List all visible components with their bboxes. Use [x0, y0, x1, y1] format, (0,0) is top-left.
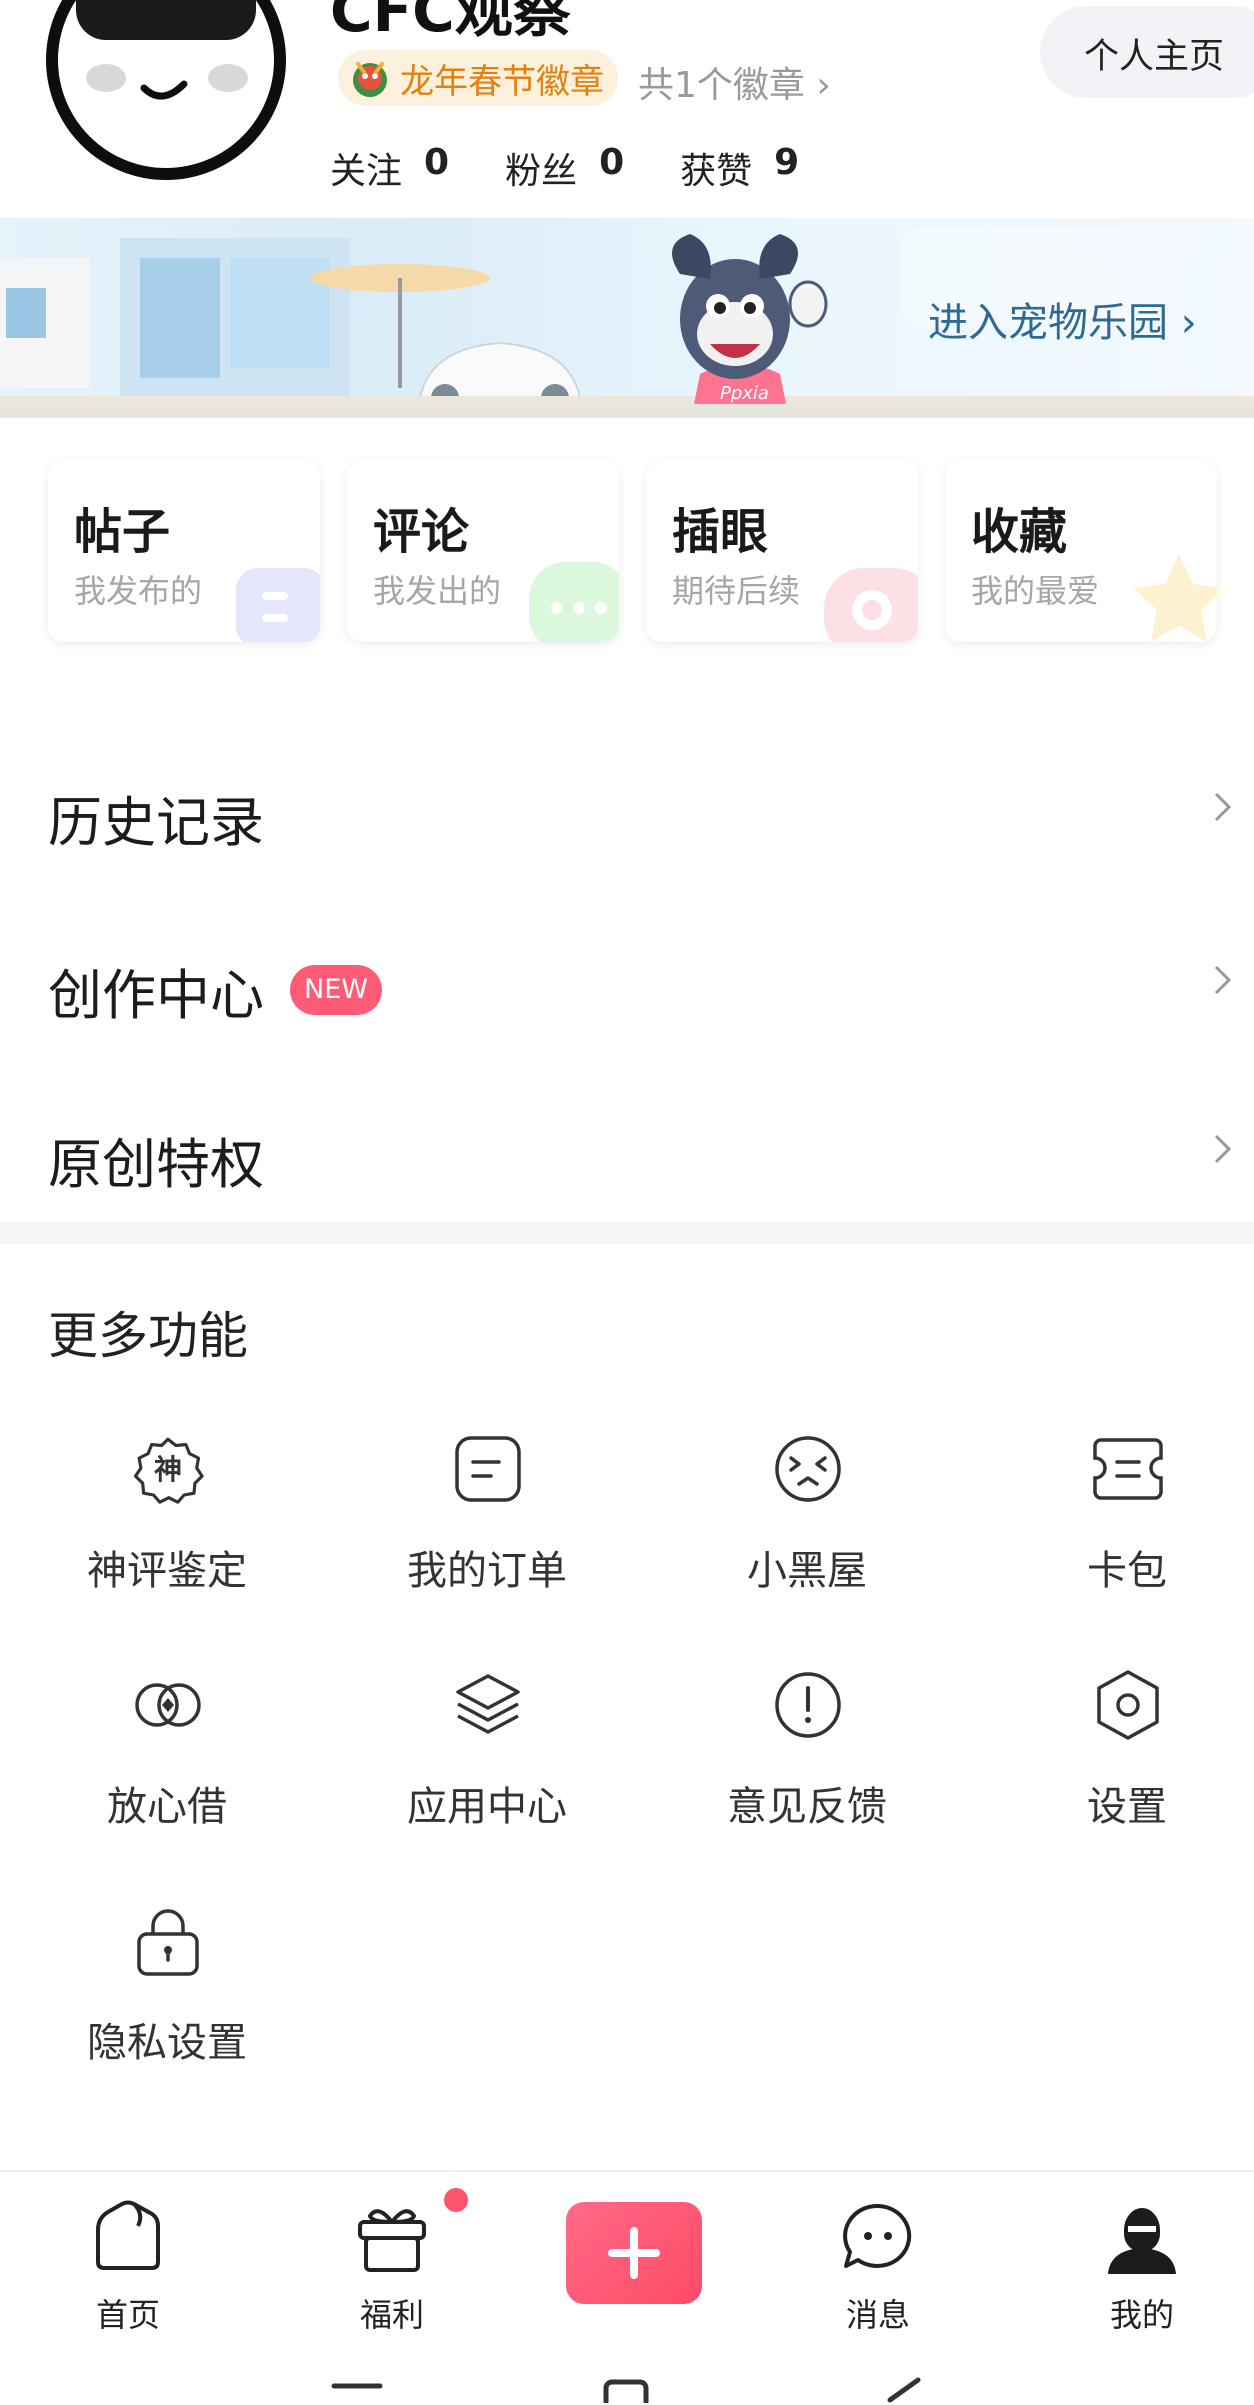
card-subtitle: 期待后续 — [672, 572, 801, 610]
dragon-badge-icon — [353, 62, 387, 97]
feature-feedback[interactable]: 意见反馈 — [647, 1668, 967, 1868]
card-title: 评论 — [373, 504, 470, 560]
order-icon — [455, 1436, 521, 1502]
stat-fans[interactable]: 粉丝 0 — [505, 142, 624, 194]
card-title: 收藏 — [971, 504, 1068, 560]
feature-shen-ping[interactable]: 神 神评鉴定 — [7, 1432, 327, 1632]
message-icon — [843, 2203, 912, 2268]
card-wallet-icon — [1093, 1438, 1163, 1500]
badge-name: 龙年春节徽章 — [400, 61, 604, 102]
nav-home[interactable]: 首页 — [38, 2190, 218, 2340]
card-posts[interactable]: 帖子 我发布的 — [48, 460, 320, 642]
feature-label: 我的订单 — [407, 1548, 567, 1594]
home-key-icon — [603, 2379, 649, 2403]
stat-label: 关注 — [330, 151, 403, 192]
nav-label: 消息 — [845, 2296, 910, 2334]
avatar[interactable] — [46, 0, 286, 180]
loan-icon — [135, 1683, 201, 1727]
stat-label: 粉丝 — [505, 151, 578, 192]
dizzy-face-icon — [775, 1436, 841, 1502]
back-key-icon — [887, 2377, 921, 2403]
badge-count-link[interactable]: 共1个徽章 › — [638, 56, 831, 108]
chevron-right-icon — [1214, 965, 1232, 995]
gift-icon — [358, 2209, 426, 2272]
nav-me[interactable]: 我的 — [1052, 2190, 1232, 2340]
card-subtitle: 我发布的 — [74, 572, 203, 610]
create-post-button[interactable] — [566, 2202, 702, 2304]
row-original-privileges[interactable]: 原创特权 — [0, 1072, 1254, 1222]
feature-label: 应用中心 — [407, 1784, 567, 1830]
lock-icon — [137, 1909, 199, 1976]
feature-privacy-settings[interactable]: 隐私设置 — [7, 1904, 327, 2104]
card-comments[interactable]: 评论 我发出的 — [347, 460, 619, 642]
card-bookmarks[interactable]: 插眼 期待后续 — [646, 460, 918, 642]
profile-stats: 关注 0 粉丝 0 获赞 9 — [330, 142, 855, 194]
feature-loan[interactable]: 放心借 — [7, 1668, 327, 1868]
feature-label: 放心借 — [107, 1784, 227, 1830]
banner-ground — [0, 404, 1254, 418]
card-favorites[interactable]: 收藏 我的最爱 — [945, 460, 1217, 642]
shen-glyph: 神 — [154, 1453, 182, 1486]
row-label: 历史记录 — [48, 791, 264, 854]
feature-card-wallet[interactable]: 卡包 — [967, 1432, 1254, 1632]
card-title: 插眼 — [672, 504, 769, 560]
personal-homepage-label: 个人主页 — [1084, 37, 1225, 77]
profile-icon — [1108, 2208, 1176, 2274]
feature-blackroom[interactable]: 小黑屋 — [647, 1432, 967, 1632]
feature-app-center[interactable]: 应用中心 — [327, 1668, 647, 1868]
comments-deco-icon — [529, 562, 619, 642]
personal-homepage-button[interactable]: 个人主页 — [1040, 6, 1254, 98]
card-title: 帖子 — [74, 504, 171, 560]
shen-badge-icon: 神 — [133, 1437, 204, 1504]
stat-following[interactable]: 关注 0 — [330, 142, 449, 194]
username: CFC观察 — [330, 0, 571, 45]
feature-label: 设置 — [1087, 1784, 1167, 1830]
nav-welfare[interactable]: 福利 — [302, 2190, 482, 2340]
feature-my-orders[interactable]: 我的订单 — [327, 1432, 647, 1632]
stat-likes[interactable]: 获赞 9 — [680, 142, 799, 194]
row-label: 创作中心 — [48, 964, 264, 1027]
row-label: 原创特权 — [48, 1133, 264, 1196]
stat-value: 0 — [599, 142, 625, 183]
stat-value: 9 — [774, 142, 800, 183]
chevron-right-icon — [1214, 1134, 1232, 1164]
row-history[interactable]: 历史记录 — [0, 730, 1254, 880]
nav-messages[interactable]: 消息 — [788, 2190, 968, 2340]
feedback-icon — [775, 1672, 841, 1738]
nav-label: 首页 — [95, 2296, 160, 2334]
chevron-right-icon — [1214, 792, 1232, 822]
feature-label: 小黑屋 — [747, 1548, 867, 1594]
feature-label: 神评鉴定 — [87, 1548, 247, 1594]
feature-label: 意见反馈 — [727, 1784, 887, 1830]
avatar-face-icon — [50, 0, 282, 176]
star-deco-icon — [1133, 554, 1217, 642]
system-navigation-bar — [331, 2377, 921, 2403]
section-divider — [0, 1222, 1254, 1244]
settings-hexagon-icon — [1097, 1670, 1159, 1740]
layers-icon — [456, 1674, 520, 1734]
posts-deco-icon — [236, 568, 320, 642]
more-functions-title: 更多功能 — [48, 1307, 248, 1365]
feature-label: 卡包 — [1087, 1548, 1167, 1594]
plus-icon — [608, 2227, 660, 2279]
card-subtitle: 我的最爱 — [971, 572, 1100, 610]
row-creator-center[interactable]: 创作中心 NEW — [0, 903, 1254, 1053]
new-badge: NEW — [290, 965, 382, 1015]
mascot-icon: Ppxia — [672, 234, 828, 418]
enter-pet-park-link[interactable]: 进入宠物乐园 › — [928, 290, 1197, 348]
card-subtitle: 我发出的 — [373, 572, 502, 610]
eye-deco-icon — [824, 568, 918, 642]
feature-settings[interactable]: 设置 — [967, 1668, 1254, 1868]
nav-label: 福利 — [359, 2296, 424, 2334]
badge-pill[interactable]: 龙年春节徽章 — [338, 50, 618, 106]
stat-label: 获赞 — [680, 151, 753, 192]
home-icon — [96, 2200, 160, 2270]
notification-dot — [444, 2188, 468, 2212]
feature-label: 隐私设置 — [87, 2020, 247, 2066]
nav-label: 我的 — [1109, 2296, 1174, 2334]
mascot-shirt-text: Ppxia — [720, 383, 769, 404]
stat-value: 0 — [424, 142, 450, 183]
